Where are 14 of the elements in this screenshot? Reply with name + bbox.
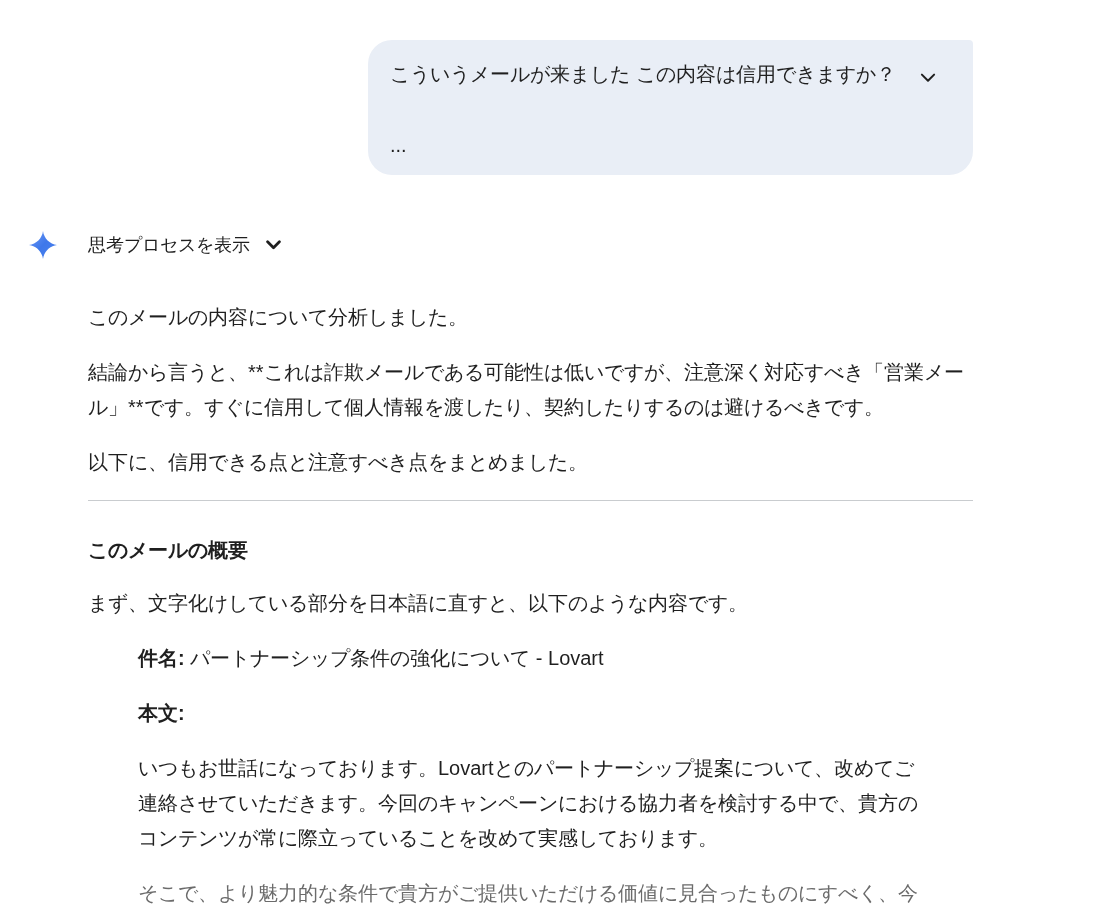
response-paragraph: このメールの内容について分析しました。: [88, 305, 469, 330]
response-paragraph: 以下に、信用できる点と注意すべき点をまとめました。: [88, 450, 589, 475]
email-subject: 件名: パートナーシップ条件の強化について - Lovart: [138, 646, 605, 671]
response-paragraph: まず、文字化けしている部分を日本語に直すと、以下のような内容です。: [88, 591, 749, 616]
chevron-icon[interactable]: [920, 73, 936, 83]
email-body-paragraph: そこで、より魅力的な条件で貴方がご提供いただける価値に見合ったものにすべく、今: [138, 881, 919, 906]
show-thinking-button[interactable]: 思考プロセスを表示: [88, 233, 281, 257]
email-body-paragraph: いつもお世話になっております。Lovartとのパートナーシップ提案について、改めてご連絡させていただきます。今回のキャンペーンにおける協力者を検討する中で、貴方のコンテンツが常に際立っていることを改めて実感しております。: [138, 756, 919, 851]
response-paragraph: 結論から言うと、**これは詐欺メールである可能性は低いですが、注意深く対応すべき「営業メール」**です。すぐに信用して個人情報を渡したり、契約したりするのは避けるべきです。: [88, 360, 965, 420]
section-heading: このメールの概要: [88, 538, 249, 563]
sparkle-icon: [29, 231, 57, 259]
email-body-label: 本文:: [138, 701, 186, 726]
message-text: こういうメールが来ました この内容は信用できますか？: [390, 62, 897, 87]
message-continuation: ...: [390, 133, 407, 158]
